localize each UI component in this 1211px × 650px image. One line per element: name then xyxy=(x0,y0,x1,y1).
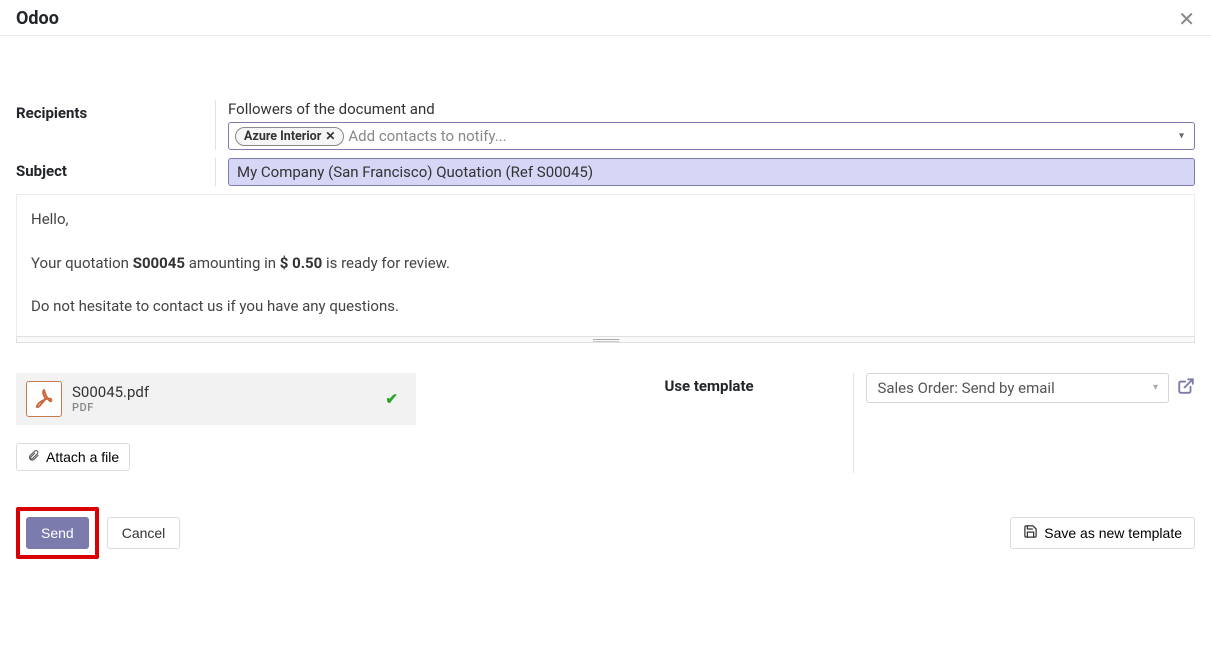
save-as-new-template-button[interactable]: Save as new template xyxy=(1010,517,1195,549)
save-template-label: Save as new template xyxy=(1044,525,1182,541)
attach-file-label: Attach a file xyxy=(46,449,119,465)
recipient-tag[interactable]: Azure Interior ✕ xyxy=(235,127,344,146)
send-button-highlight: Send xyxy=(16,507,99,559)
chevron-down-icon[interactable]: ▾ xyxy=(1179,131,1184,142)
followers-of-document-text: Followers of the document and xyxy=(228,100,1195,118)
subject-label: Subject xyxy=(16,158,216,186)
recipients-label: Recipients xyxy=(16,100,216,150)
modal-title: Odoo xyxy=(16,8,59,29)
recipients-placeholder: Add contacts to notify... xyxy=(348,127,506,145)
paperclip-icon xyxy=(27,449,40,465)
cancel-button[interactable]: Cancel xyxy=(107,517,181,549)
use-template-label: Use template xyxy=(664,373,854,473)
send-button[interactable]: Send xyxy=(26,517,89,549)
external-link-icon[interactable] xyxy=(1177,373,1195,399)
remove-tag-icon[interactable]: ✕ xyxy=(325,129,335,143)
template-selected-value: Sales Order: Send by email xyxy=(877,379,1054,397)
attach-file-button[interactable]: Attach a file xyxy=(16,443,130,471)
save-icon xyxy=(1023,524,1038,542)
template-select[interactable]: Sales Order: Send by email ▾ xyxy=(866,373,1169,403)
chevron-down-icon[interactable]: ▾ xyxy=(1153,382,1158,393)
attachment-filename: S00045.pdf xyxy=(72,383,149,401)
body-greeting: Hello, xyxy=(31,207,1180,233)
email-body-editor[interactable]: Hello, Your quotation S00045 amounting i… xyxy=(16,194,1195,337)
body-line-quotation: Your quotation S00045 amounting in $ 0.5… xyxy=(31,251,1180,277)
body-line-closing: Do not hesitate to contact us if you hav… xyxy=(31,294,1180,320)
pdf-icon xyxy=(26,381,62,417)
subject-input[interactable] xyxy=(228,158,1195,186)
close-icon[interactable]: ✕ xyxy=(1178,9,1195,29)
attachment-card[interactable]: S00045.pdf PDF ✔ xyxy=(16,373,416,425)
recipients-input[interactable]: Azure Interior ✕ Add contacts to notify.… xyxy=(228,122,1195,150)
check-icon: ✔ xyxy=(385,390,398,408)
attachment-filetype: PDF xyxy=(72,401,149,414)
recipient-tag-label: Azure Interior xyxy=(244,129,321,144)
resize-handle[interactable] xyxy=(16,337,1195,343)
